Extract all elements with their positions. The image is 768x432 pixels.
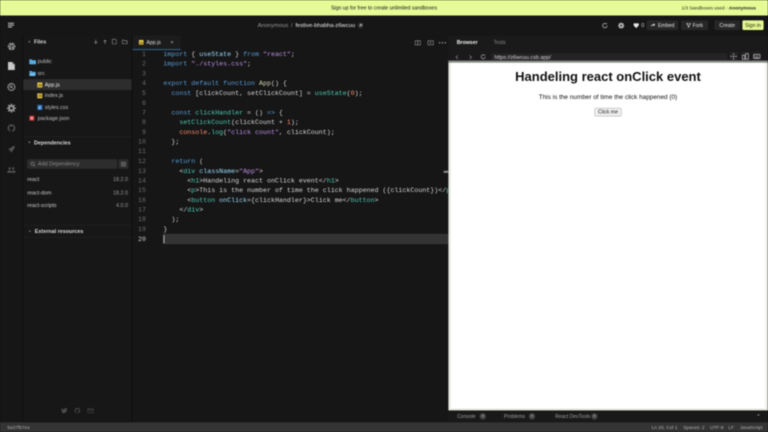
svg-text:JS: JS bbox=[139, 41, 143, 45]
svg-text:#: # bbox=[39, 106, 41, 110]
svg-text:JS: JS bbox=[38, 83, 42, 87]
svg-text:JS: JS bbox=[38, 94, 42, 98]
